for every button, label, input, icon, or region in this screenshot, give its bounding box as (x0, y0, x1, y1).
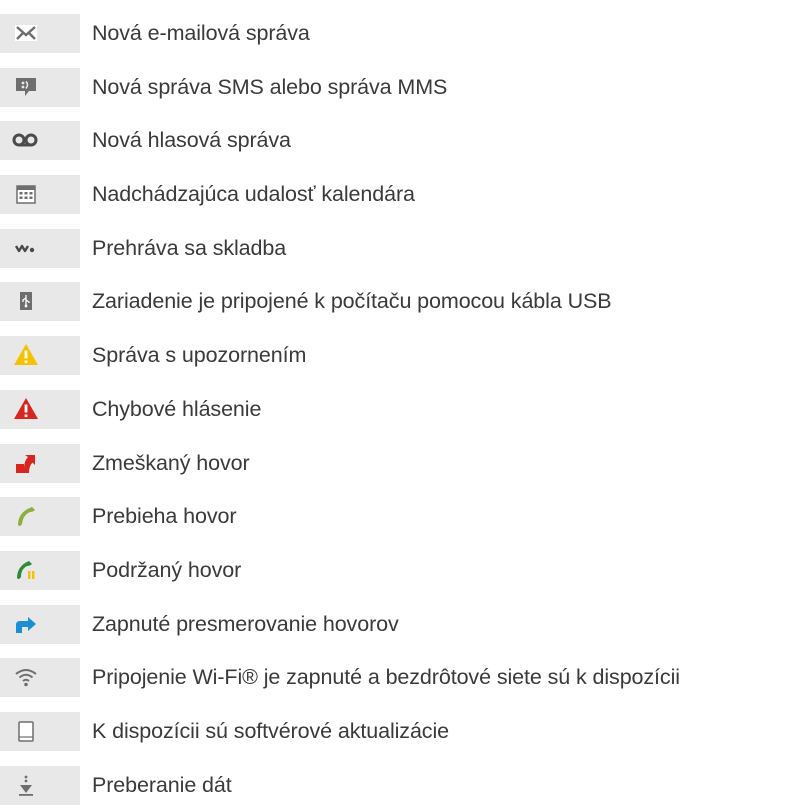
icon-cell (0, 228, 80, 268)
email-icon (15, 25, 37, 41)
item-label: Prebieha hovor (92, 504, 237, 529)
icon-cell (0, 550, 80, 590)
icon-cell (0, 336, 80, 376)
list-item: Nová hlasová správa (0, 114, 805, 168)
icon-cell (0, 443, 80, 483)
item-label: Nová hlasová správa (92, 128, 291, 153)
call-on-hold-icon (17, 560, 35, 579)
voicemail-icon (12, 133, 38, 147)
item-label: Preberanie dát (92, 772, 232, 797)
icon-cell (0, 765, 80, 805)
call-forwarding-icon (16, 616, 36, 633)
notification-icon-list: Nová e-mailová správa Nová správa SMS al… (0, 7, 805, 812)
item-label: Chybové hlásenie (92, 396, 262, 421)
item-label: Nadchádzajúca udalosť kalendára (92, 182, 415, 207)
list-item: Správa s upozornením (0, 329, 805, 383)
item-label: Prehráva sa skladba (92, 235, 287, 260)
software-update-icon (18, 721, 34, 742)
item-label: Podržaný hovor (92, 557, 242, 582)
item-label: Správa s upozornením (92, 343, 307, 368)
icon-cell (0, 497, 80, 537)
list-item: Zariadenie je pripojené k počítaču pomoc… (0, 275, 805, 329)
list-item: K dispozícii sú softvérové aktualizácie (0, 705, 805, 759)
list-item: Preberanie dát (0, 759, 805, 812)
call-in-progress-icon (18, 507, 35, 527)
item-label: Zapnuté presmerovanie hovorov (92, 611, 399, 636)
list-item: Prebieha hovor (0, 490, 805, 544)
list-item: Zmeškaný hovor (0, 437, 805, 491)
download-icon (19, 775, 33, 796)
list-item: Podržaný hovor (0, 544, 805, 598)
error-icon (14, 397, 38, 419)
warning-icon (14, 344, 38, 366)
list-item: Zapnuté presmerovanie hovorov (0, 598, 805, 652)
wifi-icon (15, 669, 37, 687)
icon-cell (0, 67, 80, 107)
icon-cell (0, 711, 80, 751)
icon-cell (0, 658, 80, 698)
icon-cell (0, 14, 80, 53)
usb-icon (20, 292, 32, 311)
icon-cell (0, 282, 80, 322)
walkman-icon (14, 244, 35, 252)
icon-cell (0, 389, 80, 429)
calendar-icon (16, 185, 36, 204)
sms-mms-icon (16, 77, 36, 96)
list-item: Pripojenie Wi-Fi® je zapnuté a bezdrôtov… (0, 651, 805, 705)
item-label: Nová správa SMS alebo správa MMS (92, 74, 448, 99)
item-label: Pripojenie Wi-Fi® je zapnuté a bezdrôtov… (92, 665, 680, 690)
icon-cell (0, 121, 80, 161)
item-label: Zariadenie je pripojené k počítaču pomoc… (92, 289, 612, 314)
item-label: K dispozícii sú softvérové aktualizácie (92, 718, 449, 743)
item-label: Nová e-mailová správa (92, 21, 310, 45)
list-item: Nová e-mailová správa (0, 7, 805, 61)
icon-cell (0, 604, 80, 644)
list-item: Nová správa SMS alebo správa MMS (0, 61, 805, 115)
item-label: Zmeškaný hovor (92, 450, 250, 475)
list-item: Chybové hlásenie (0, 383, 805, 437)
list-item: Prehráva sa skladba (0, 222, 805, 276)
icon-cell (0, 175, 80, 215)
list-item: Nadchádzajúca udalosť kalendára (0, 168, 805, 222)
missed-call-icon (16, 454, 35, 473)
